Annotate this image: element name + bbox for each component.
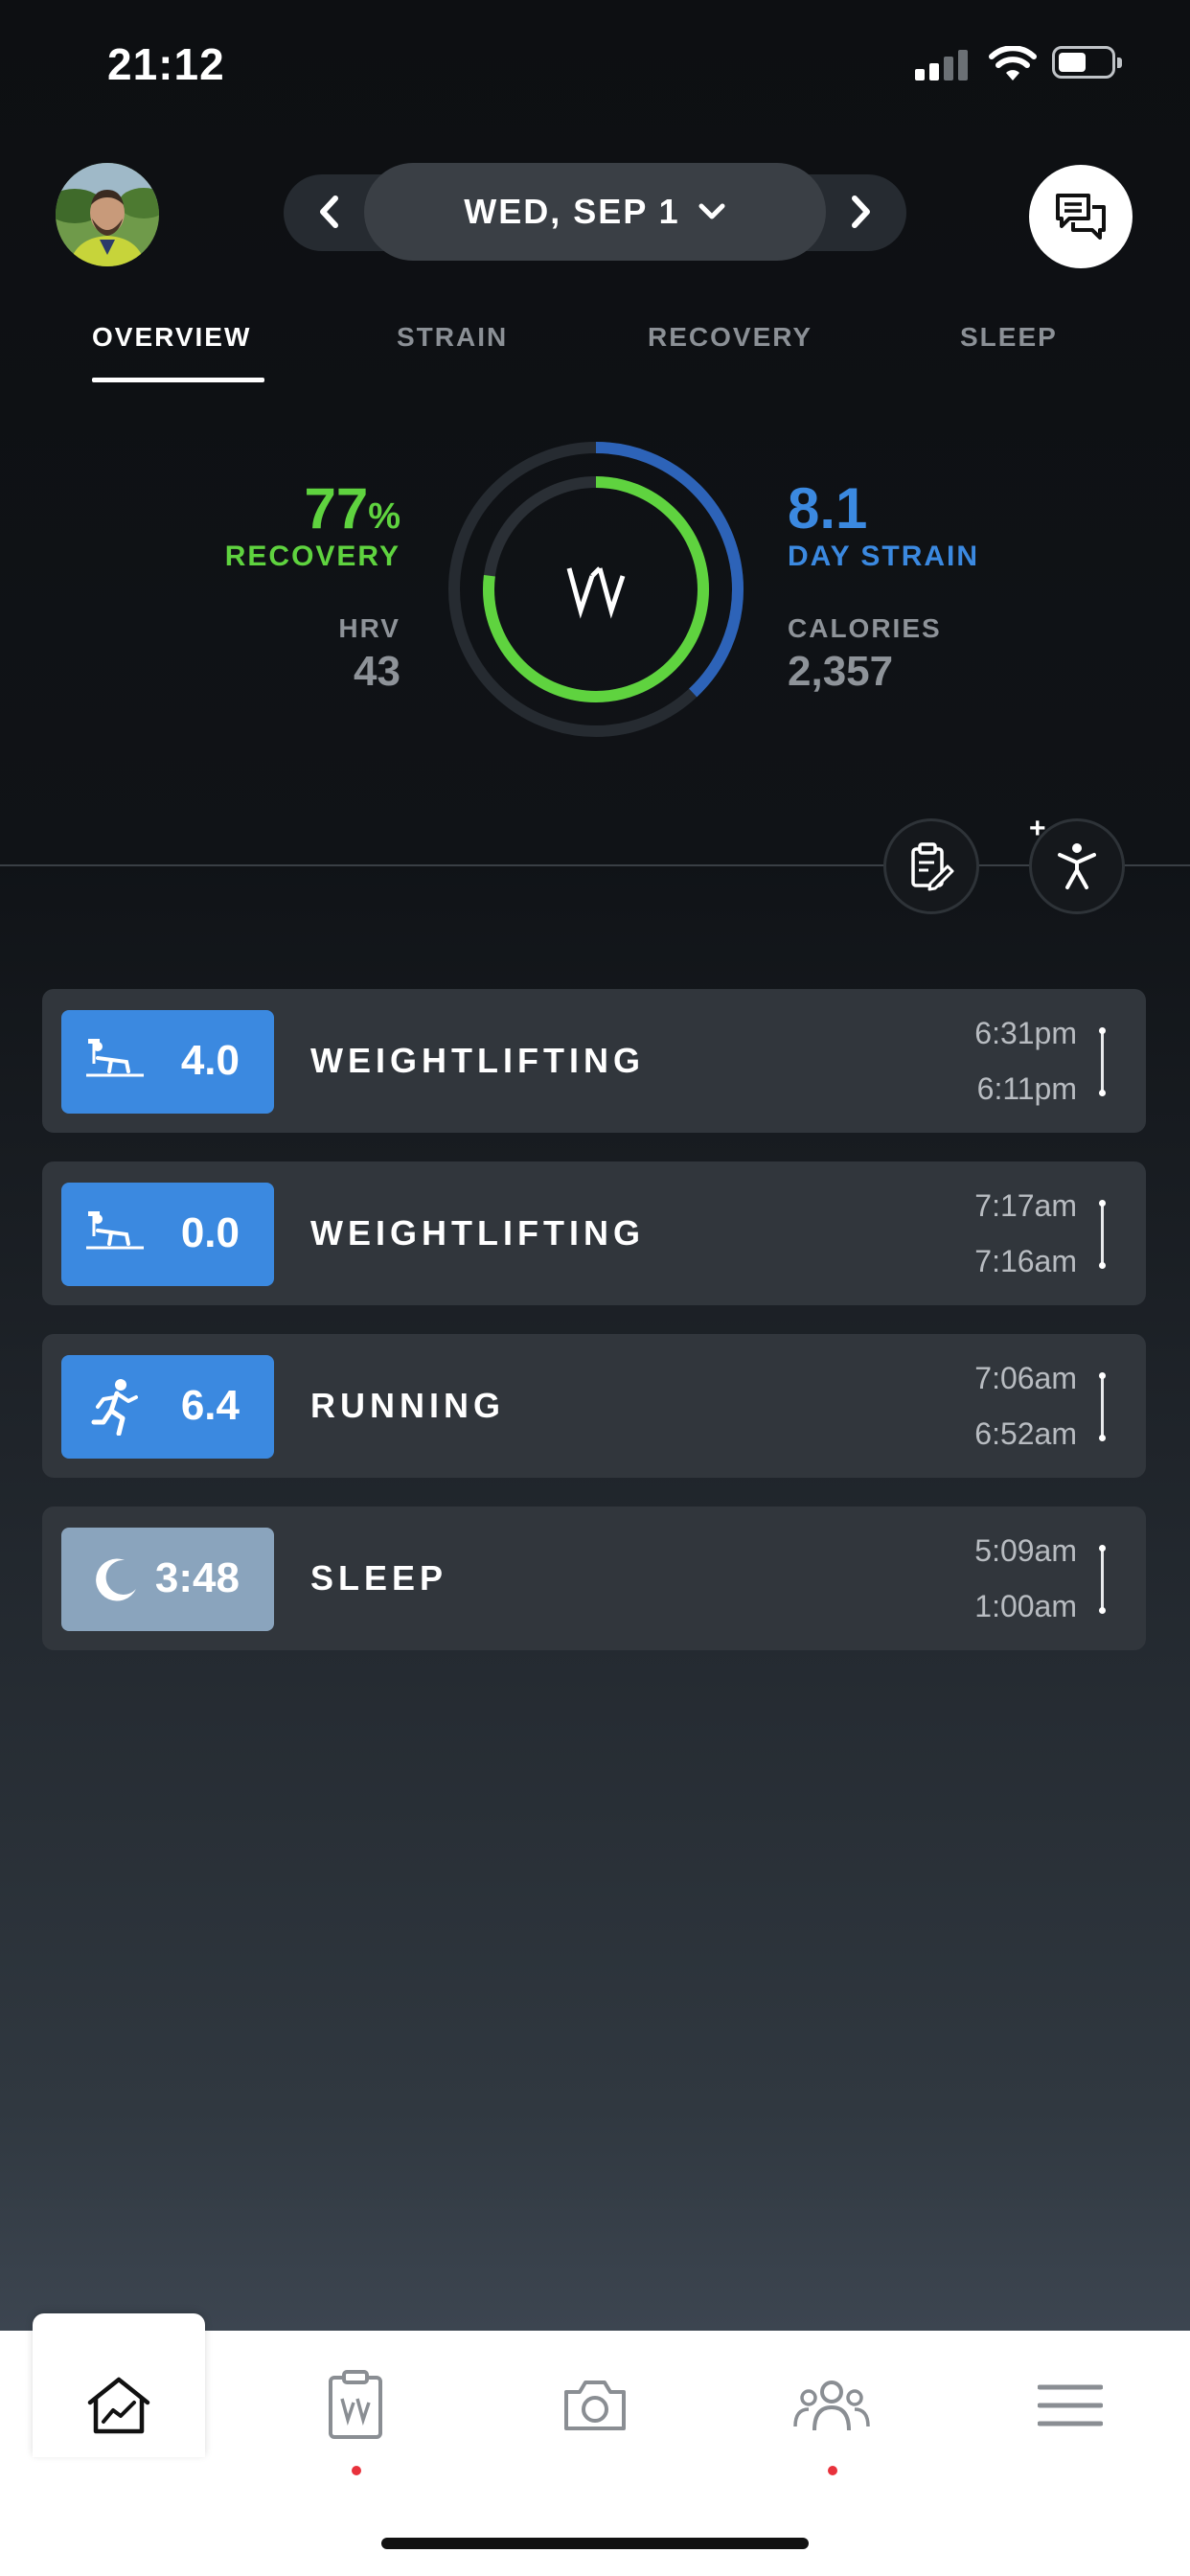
end-time: 6:31pm xyxy=(974,1016,1077,1050)
nav-community[interactable] xyxy=(789,2367,875,2444)
weightlifting-icon xyxy=(80,1200,149,1269)
next-day-button[interactable] xyxy=(837,188,885,236)
signal-icon xyxy=(915,48,971,80)
sleep-duration: 3:48 xyxy=(154,1554,240,1601)
nav-journal[interactable] xyxy=(312,2367,399,2444)
tab-recovery[interactable]: RECOVERY xyxy=(648,322,812,353)
strain-value[interactable]: 8.1 xyxy=(788,475,867,541)
home-indicator xyxy=(381,2538,809,2549)
hrv-label: HRV xyxy=(338,613,400,643)
activity-title: WEIGHTLIFTING xyxy=(310,1213,645,1253)
person-activity-icon xyxy=(1058,843,1096,889)
recovery-score[interactable]: 77% xyxy=(304,475,400,541)
calories-label: CALORIES xyxy=(788,613,942,643)
tab-strain[interactable]: STRAIN xyxy=(397,322,508,353)
start-time: 6:52am xyxy=(974,1416,1077,1451)
activity-title: SLEEP xyxy=(310,1558,448,1598)
time-range-line xyxy=(1099,1200,1106,1269)
status-time: 21:12 xyxy=(107,39,225,89)
time-range-line xyxy=(1099,1545,1106,1614)
add-activity-button[interactable] xyxy=(1029,818,1125,914)
community-notification-dot xyxy=(828,2466,837,2475)
previous-day-button[interactable] xyxy=(305,188,353,236)
end-time: 7:06am xyxy=(974,1361,1077,1395)
moon-icon xyxy=(80,1545,149,1614)
start-time: 1:00am xyxy=(974,1589,1077,1623)
tab-sleep[interactable]: SLEEP xyxy=(960,322,1058,353)
nav-camera[interactable] xyxy=(552,2367,638,2444)
avatar[interactable] xyxy=(56,163,159,266)
whoop-logo-icon xyxy=(566,566,626,619)
recovery-strain-ring[interactable] xyxy=(443,436,749,743)
time-range-line xyxy=(1099,1027,1106,1096)
start-time: 7:16am xyxy=(974,1244,1077,1278)
recovery-value: 77 xyxy=(304,476,369,540)
strain-badge: 4.0 xyxy=(61,1010,274,1114)
start-time: 6:11pm xyxy=(976,1071,1077,1106)
tab-overview[interactable]: OVERVIEW xyxy=(92,322,251,353)
section-divider xyxy=(0,864,1190,866)
weightlifting-icon xyxy=(80,1027,149,1096)
recovery-label: RECOVERY xyxy=(224,540,400,572)
active-tab-indicator xyxy=(92,378,264,382)
community-icon xyxy=(793,2380,870,2431)
activity-card[interactable]: 3:48 SLEEP 5:09am 1:00am xyxy=(42,1506,1146,1650)
journal-icon xyxy=(329,2370,382,2439)
menu-icon xyxy=(1038,2384,1103,2426)
running-icon xyxy=(80,1372,149,1441)
nav-menu[interactable] xyxy=(1027,2367,1113,2444)
activity-card[interactable]: 4.0 WEIGHTLIFTING 6:31pm 6:11pm xyxy=(42,989,1146,1133)
strain-value: 6.4 xyxy=(180,1382,240,1429)
strain-badge: 6.4 xyxy=(61,1355,274,1459)
strain-badge: 0.0 xyxy=(61,1183,274,1286)
nav-home[interactable] xyxy=(76,2367,162,2444)
end-time: 7:17am xyxy=(974,1188,1077,1223)
messages-button[interactable] xyxy=(1029,165,1133,268)
hrv-value: 43 xyxy=(354,648,400,695)
chevron-left-icon xyxy=(320,196,338,228)
chevron-down-icon xyxy=(698,203,725,219)
home-icon xyxy=(87,2377,150,2434)
end-time: 5:09am xyxy=(974,1533,1077,1568)
sleep-badge: 3:48 xyxy=(61,1528,274,1631)
activity-card[interactable]: 0.0 WEIGHTLIFTING 7:17am 7:16am xyxy=(42,1162,1146,1305)
camera-icon xyxy=(564,2380,626,2430)
strain-label: DAY STRAIN xyxy=(788,540,980,572)
chat-icon xyxy=(1056,194,1106,240)
journal-notification-dot xyxy=(352,2466,361,2475)
wifi-icon xyxy=(989,46,1037,80)
battery-icon xyxy=(1052,46,1122,79)
date-label: WED, SEP 1 xyxy=(464,192,680,231)
journal-edit-button[interactable] xyxy=(883,818,979,914)
activity-title: RUNNING xyxy=(310,1386,505,1425)
strain-value: 0.0 xyxy=(180,1209,240,1256)
calories-value: 2,357 xyxy=(788,648,894,695)
time-range-line xyxy=(1099,1372,1106,1441)
chevron-right-icon xyxy=(852,196,870,228)
recovery-unit: % xyxy=(368,496,400,537)
activity-card[interactable]: 6.4 RUNNING 7:06am 6:52am xyxy=(42,1334,1146,1478)
status-bar: 21:12 xyxy=(0,0,1190,134)
activity-title: WEIGHTLIFTING xyxy=(310,1041,645,1080)
date-picker-button[interactable]: WED, SEP 1 xyxy=(364,163,826,261)
clipboard-edit-icon xyxy=(911,842,954,891)
strain-value: 4.0 xyxy=(180,1037,240,1084)
